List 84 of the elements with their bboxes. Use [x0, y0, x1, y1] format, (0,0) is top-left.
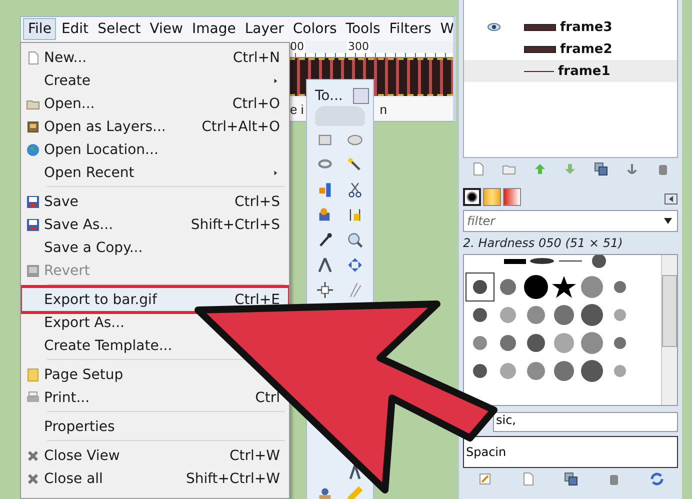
duplicate-icon[interactable] [594, 162, 608, 176]
menu-item[interactable]: Open... [44, 96, 95, 112]
toolbox-title: To... [315, 88, 343, 104]
brush-tab[interactable] [463, 188, 481, 206]
menu-item[interactable]: New... [44, 50, 87, 66]
layers-icon [26, 120, 40, 134]
color-select-icon [317, 182, 333, 198]
menu-item[interactable]: Layer [240, 19, 288, 39]
scissors-icon [347, 182, 363, 198]
shortcut-text: Ctrl+N [232, 50, 280, 66]
layer-row[interactable]: frame1 [464, 60, 677, 82]
menu-item[interactable]: Print... [44, 390, 90, 406]
menu-item[interactable]: Filters [385, 19, 436, 39]
shortcut-text: Shift+Ctrl+S [190, 216, 280, 232]
close-icon [26, 448, 40, 462]
shortcut-text: Shift+Ctrl+W [186, 470, 280, 486]
menu-item[interactable]: Export As... [44, 314, 124, 330]
menu-item[interactable]: Edit [57, 19, 93, 39]
menu-item[interactable]: Save a Copy... [44, 240, 143, 256]
refresh-icon[interactable] [650, 472, 664, 486]
layer-thumbnail [524, 24, 556, 30]
brush-name: 2. Hardness 050 (51 × 51) [463, 236, 624, 250]
paths-icon [347, 207, 363, 223]
anchor-icon[interactable] [624, 162, 639, 176]
detach-button[interactable] [353, 88, 369, 104]
edit-icon[interactable] [478, 472, 492, 486]
menu-item[interactable]: Open Location... [44, 142, 158, 158]
menu-item[interactable]: Save As... [44, 216, 114, 232]
status-text: e i [290, 102, 304, 116]
menu-item[interactable]: Create Template... [44, 338, 172, 354]
menu-item[interactable]: Tools [342, 19, 384, 39]
menu-item[interactable]: Colors [288, 19, 341, 39]
menu-item[interactable]: Close all [44, 470, 103, 486]
menu-item[interactable]: Open as Layers... [44, 118, 166, 134]
zoom-icon [347, 232, 363, 248]
menu-item[interactable]: Select [94, 19, 145, 39]
scrollbar[interactable] [661, 255, 677, 405]
layer-row[interactable]: frame2 [464, 38, 677, 60]
stamp-icon [317, 486, 333, 499]
menu-item[interactable]: Image [188, 19, 240, 39]
menu-item[interactable]: Close View [44, 448, 120, 464]
shortcut-text: Ctrl [255, 390, 280, 406]
menu-item[interactable]: View [146, 19, 187, 39]
note-icon [26, 368, 40, 382]
spacing-field[interactable]: Spacin [463, 436, 678, 468]
menu-item[interactable]: Export to bar.gif [44, 292, 157, 308]
shortcut-text: Ctrl+S [234, 194, 280, 210]
globe-icon [26, 142, 40, 156]
collapse-icon [664, 192, 678, 206]
up-arrow-icon[interactable] [532, 162, 547, 176]
close-icon [26, 472, 40, 486]
menu-item[interactable]: Open Recent [44, 164, 134, 180]
down-arrow-icon[interactable] [563, 162, 578, 176]
menu-item[interactable]: Page Setup [44, 366, 124, 382]
color-picker-icon [317, 232, 333, 248]
filter-field[interactable]: filter [463, 210, 678, 232]
submenu-arrow-icon [272, 168, 280, 176]
magic-wand-icon [347, 157, 363, 173]
shortcut-text: Ctrl+O [232, 96, 280, 112]
shortcut-text: Ctrl+W [230, 448, 280, 464]
status-text: n [380, 102, 387, 116]
tag-field[interactable]: sic, [493, 412, 678, 432]
align-icon [317, 282, 333, 298]
ellipse-select-icon [347, 132, 363, 148]
new-page-icon[interactable] [520, 472, 534, 486]
ruler-label: 300 [347, 41, 370, 53]
move-icon [347, 257, 363, 273]
new-page-icon[interactable] [471, 162, 486, 176]
duplicate-icon[interactable] [564, 472, 578, 486]
menu-item[interactable]: Properties [44, 418, 115, 434]
ruler-label: 00 [289, 41, 305, 53]
menu-item[interactable]: File [23, 18, 56, 40]
menu-item[interactable]: Create [44, 72, 91, 88]
dropdown-icon[interactable] [664, 218, 672, 224]
shortcut-text: Ctrl+Alt+O [202, 118, 280, 134]
layer-row[interactable]: frame3 [464, 16, 677, 38]
printer-icon [26, 390, 40, 404]
submenu-arrow-icon [272, 76, 280, 84]
page-icon [26, 50, 40, 64]
pattern-tab[interactable] [503, 188, 521, 206]
rect-select-icon [317, 132, 333, 148]
layer-thumbnail [524, 46, 556, 52]
shortcut-text: Ctrl+E [234, 292, 280, 308]
menu-item[interactable]: Save [44, 194, 78, 210]
